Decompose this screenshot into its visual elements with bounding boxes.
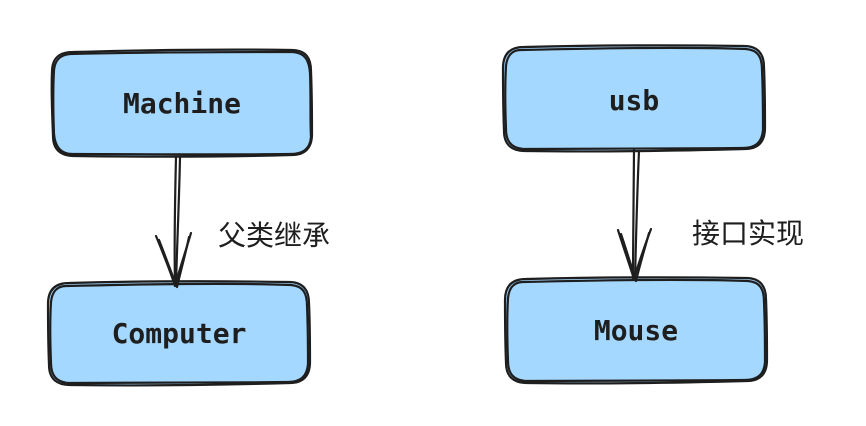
node-usb[interactable]: usb: [501, 44, 767, 153]
edge-implementation: 接口实现: [616, 148, 804, 283]
edge-implementation-shaft-2: [633, 149, 641, 282]
node-machine[interactable]: Machine: [50, 48, 314, 158]
node-computer[interactable]: Computer: [46, 280, 312, 387]
node-mouse[interactable]: Mouse: [503, 276, 769, 385]
edge-inheritance-label: 父类继承: [218, 219, 330, 252]
edge-implementation-label: 接口实现: [692, 217, 804, 250]
node-mouse-label: Mouse: [594, 314, 678, 347]
node-computer-label: Computer: [112, 317, 247, 350]
diagram-canvas: Machine Computer usb Mouse 父类继承 接口实现: [46, 44, 804, 387]
edge-implementation-shaft: [631, 148, 636, 281]
edge-inheritance: 父类继承: [154, 155, 330, 289]
node-machine-label: Machine: [123, 87, 241, 120]
node-usb-label: usb: [609, 84, 660, 117]
